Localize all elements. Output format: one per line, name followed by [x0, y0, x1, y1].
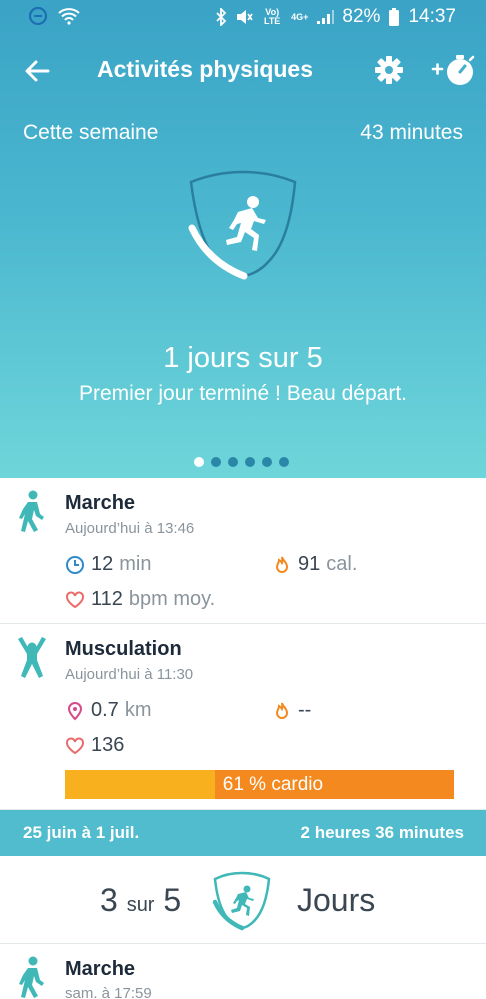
- week-label: Cette semaine: [23, 121, 159, 144]
- week-total: 2 heures 36 minutes: [300, 823, 464, 842]
- week-summary-header: 25 juin à 1 juil. 2 heures 36 minutes: [0, 810, 486, 856]
- days-unit: Jours: [297, 882, 376, 918]
- volte-indicator: Vo) LTE: [263, 7, 281, 26]
- days-goal: 5: [163, 882, 182, 918]
- calories-stat: 91 cal.: [272, 553, 357, 576]
- pager-dot[interactable]: [194, 457, 204, 467]
- flame-icon: [275, 702, 289, 719]
- walking-icon: [19, 956, 44, 998]
- activity-item-walk[interactable]: Marche sam. à 17:59: [0, 944, 486, 999]
- pager-dot[interactable]: [245, 457, 255, 467]
- activity-time: Aujourd’hui à 11:30: [65, 666, 194, 683]
- network-indicator: 4G+: [291, 11, 309, 22]
- activity-name: Marche: [65, 958, 136, 980]
- days-done: 3: [100, 882, 118, 918]
- hero-panel: Vo) LTE 4G+ 82% 14:37 Activités physique…: [0, 0, 486, 478]
- days-sep: sur: [126, 894, 155, 916]
- activity-item-walk[interactable]: Marche Aujourd’hui à 13:46 12 min 91 cal. …: [0, 478, 486, 624]
- flame-icon: [275, 556, 289, 573]
- heart-rate-value: 136: [91, 734, 125, 756]
- heart-rate-stat: 112 bpm moy.: [65, 588, 215, 611]
- heart-rate-stat: 136: [65, 734, 124, 757]
- bluetooth-icon: [216, 8, 227, 26]
- pager-dot[interactable]: [211, 457, 221, 467]
- strength-training-icon: [18, 637, 46, 678]
- distance-value: 0.7: [91, 699, 119, 721]
- cardio-zone-bar: 61 % cardio: [65, 770, 454, 799]
- duration-value: 12: [91, 553, 114, 575]
- add-stopwatch-icon[interactable]: [430, 52, 476, 88]
- activity-time: Aujourd’hui à 13:46: [65, 520, 195, 537]
- signal-icon: [317, 10, 335, 24]
- walking-icon: [19, 490, 44, 532]
- pager-dot[interactable]: [279, 457, 289, 467]
- activity-name: Musculation: [65, 638, 182, 660]
- duration-stat: 12 min: [65, 553, 151, 576]
- back-arrow-icon[interactable]: [22, 56, 52, 86]
- duration-unit: min: [119, 553, 152, 575]
- calories-value: --: [298, 699, 312, 721]
- status-bar: Vo) LTE 4G+ 82% 14:37: [0, 0, 486, 34]
- battery-icon: [389, 8, 400, 26]
- calories-unit: cal.: [326, 553, 358, 575]
- distance-unit: km: [124, 699, 152, 721]
- clock-icon: [66, 555, 84, 574]
- running-badge-icon: [188, 170, 297, 280]
- calories-stat: --: [272, 699, 317, 722]
- week-range: 25 juin à 1 juil.: [23, 823, 140, 842]
- calories-value: 91: [298, 553, 321, 575]
- battery-percent: 82%: [342, 6, 381, 27]
- heart-icon: [66, 591, 84, 608]
- app-bar: Activités physiques: [0, 44, 486, 98]
- mute-icon: [237, 10, 253, 24]
- days-count: 3 sur 5: [100, 882, 181, 919]
- gear-icon[interactable]: [374, 55, 404, 85]
- clock: 14:37: [408, 6, 456, 27]
- goal-progress: 1 jours sur 5: [163, 342, 323, 374]
- cardio-label: 61 % cardio: [214, 770, 454, 799]
- activity-name: Marche: [65, 492, 136, 514]
- distance-stat: 0.7 km: [65, 699, 151, 722]
- goal-message: Premier jour terminé ! Beau départ.: [79, 382, 407, 405]
- sync-icon: [28, 6, 48, 26]
- pager-dot[interactable]: [228, 457, 238, 467]
- cardio-bar-light: [65, 770, 215, 799]
- page-title: Activités physiques: [97, 56, 314, 82]
- pager-dots[interactable]: [194, 457, 289, 467]
- activity-time: sam. à 17:59: [65, 985, 152, 999]
- location-pin-icon: [67, 701, 83, 720]
- running-badge-icon: [212, 871, 271, 931]
- wifi-icon: [58, 8, 80, 25]
- heart-rate-value: 112: [91, 588, 123, 610]
- week-minutes: 43 minutes: [360, 121, 463, 144]
- heart-icon: [66, 737, 84, 754]
- pager-dot[interactable]: [262, 457, 272, 467]
- heart-rate-unit: bpm moy.: [128, 588, 216, 610]
- week-summary-row[interactable]: 3 sur 5 Jours: [0, 856, 486, 944]
